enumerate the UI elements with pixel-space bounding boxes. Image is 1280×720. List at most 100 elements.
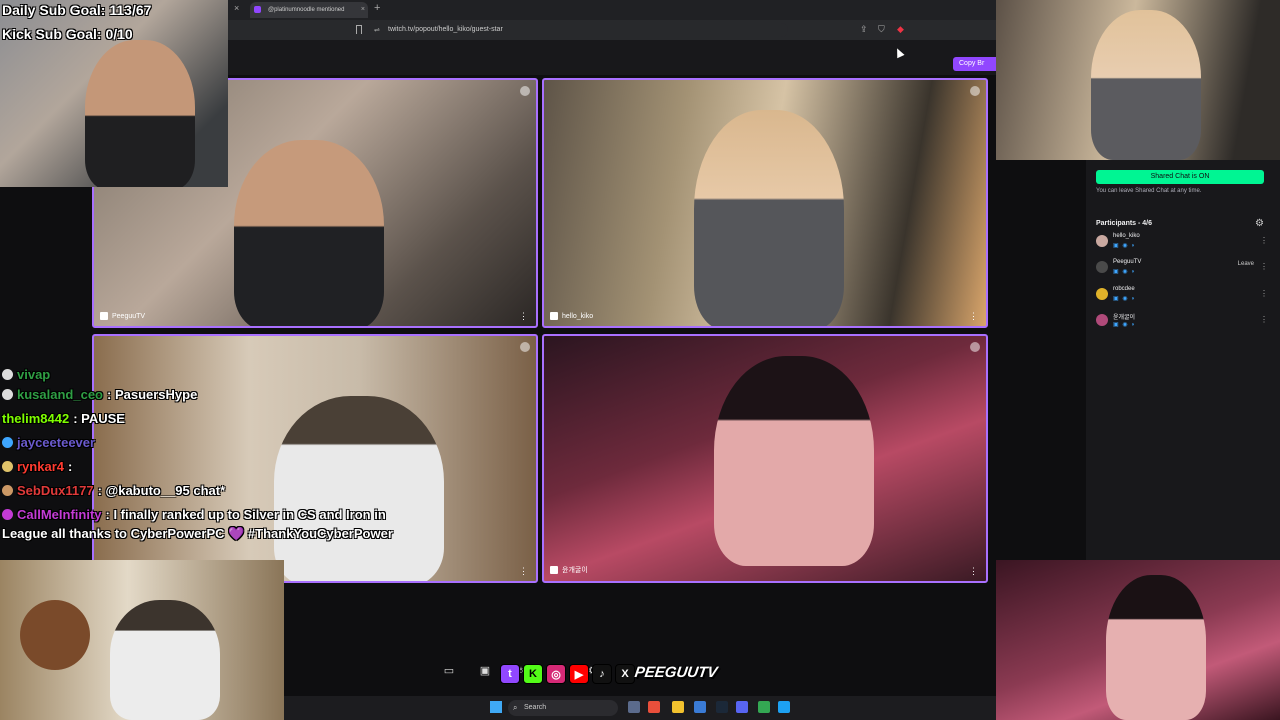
participants-title: Participants - 4/6 (1096, 220, 1153, 227)
share-icon[interactable]: ⇪ (860, 24, 868, 35)
webcam-person (85, 40, 195, 187)
guest-star-header (228, 40, 996, 75)
tab-close-icon[interactable]: × (361, 6, 365, 13)
kick-icon: K (523, 664, 543, 684)
avatar (1096, 288, 1108, 300)
participant-row[interactable]: 윤개굴이 ▣ ◉ ◗ ⋮ (1096, 311, 1272, 333)
close-icon[interactable]: × (234, 3, 239, 13)
leave-button[interactable]: Leave (1238, 261, 1254, 267)
chat-text: : PAUSE (73, 410, 125, 426)
chrome-icon[interactable] (758, 701, 770, 713)
chat-username: jayceeteever (17, 434, 96, 450)
discord-icon[interactable] (736, 701, 748, 713)
guest-video (714, 356, 874, 566)
browser-tab[interactable]: @platinumnoodle mentioned × (250, 2, 368, 18)
windows-start-icon[interactable] (490, 701, 502, 713)
webcam-robc (0, 560, 284, 720)
chat-text: : @kabuto__95 chat* (97, 482, 226, 498)
chat-badge-icon (2, 436, 13, 448)
app-icon[interactable] (694, 701, 706, 713)
chat-message: vivap (2, 366, 442, 382)
stream-screen: × @platinumnoodle mentioned × + ⇌ twitch… (0, 0, 1280, 720)
more-icon[interactable]: ⋮ (519, 566, 528, 577)
more-icon[interactable]: ⋮ (969, 566, 978, 577)
more-icon[interactable]: ⋮ (1260, 315, 1268, 324)
more-icon[interactable]: ⋮ (519, 311, 528, 322)
avatar (1096, 235, 1108, 247)
new-tab-icon[interactable]: + (374, 2, 380, 14)
windows-taskbar: ⌕ Search (284, 696, 996, 720)
more-icon[interactable]: ⋮ (1260, 262, 1268, 271)
tiktok-icon: ♪ (592, 664, 612, 684)
tile-name: hello_kiko (562, 312, 594, 320)
tile-options-icon[interactable] (520, 86, 530, 96)
shared-chat-note: You can leave Shared Chat at any time. (1096, 188, 1202, 194)
participant-name: PeeguuTV (1113, 259, 1142, 265)
tile-name: 윤개굴이 (562, 567, 588, 574)
webcam-person (1091, 10, 1201, 160)
participant-row[interactable]: robcdee ▣ ◉ ◗ ⋮ (1096, 285, 1272, 307)
participant-status-icons: ▣ ◉ ◗ (1113, 296, 1136, 302)
browser-icon[interactable] (648, 701, 660, 713)
participant-row[interactable]: hello_kiko ▣ ◉ ◗ ⋮ (1096, 232, 1272, 254)
chat-username: kusaland_ceo (17, 386, 103, 402)
tile-options-icon[interactable] (970, 86, 980, 96)
tile-label: PeeguuTV (100, 312, 145, 320)
chat-message: CallMeInfinity : I finally ranked up to … (2, 502, 442, 526)
chat-overlay: vivap kusaland_ceo : PasuersHype thelim8… (2, 367, 442, 542)
guest-tile-ungyeo[interactable]: 윤개굴이 ⋮ (542, 334, 988, 583)
youtube-icon: ▶ (569, 664, 589, 684)
chat-username: vivap (17, 366, 51, 382)
folder-icon[interactable] (672, 701, 684, 713)
webcam-person (110, 600, 220, 720)
participant-name: robcdee (1113, 286, 1135, 292)
webcam-person (1106, 575, 1206, 720)
participant-row[interactable]: PeeguuTV ▣ ◉ ◗ Leave ⋮ (1096, 258, 1272, 280)
screen-icon[interactable]: ▭ (442, 664, 456, 678)
bookmark-icon[interactable] (356, 25, 362, 34)
x-icon: X (615, 664, 635, 684)
tile-options-icon[interactable] (520, 342, 530, 352)
taskbar-search[interactable]: ⌕ Search (508, 700, 618, 716)
more-icon[interactable]: ⋮ (1260, 236, 1268, 245)
site-info-icon[interactable]: ⇌ (374, 26, 380, 34)
app-icon[interactable] (778, 701, 790, 713)
chat-text: : (67, 458, 73, 474)
avatar (1096, 261, 1108, 273)
app-icon[interactable] (628, 701, 640, 713)
shield-icon[interactable]: ⛉ (878, 24, 885, 35)
shared-chat-sidebar: Shared Chat Shared Chat is ON You can le… (1086, 150, 1280, 560)
extension-icon[interactable]: ◆ (897, 24, 904, 35)
guest-video (694, 110, 844, 326)
channel-logo: PEEGUUTV (633, 664, 719, 681)
chat-badge-icon (2, 508, 13, 520)
search-icon: ⌕ (513, 703, 518, 712)
chat-username: thelim8442 (2, 410, 70, 426)
tile-name: PeeguuTV (112, 312, 146, 320)
camera-icon[interactable]: ▣ (478, 664, 492, 678)
chat-message: SebDux1177 : @kabuto__95 chat* (2, 478, 442, 502)
social-links: t K ◎ ▶ ♪ X (500, 664, 635, 684)
participant-status-icons: ▣ ◉ ◗ (1113, 322, 1136, 328)
chat-message: jayceeteever (2, 430, 442, 454)
tile-options-icon[interactable] (970, 342, 980, 352)
more-icon[interactable]: ⋮ (969, 311, 978, 322)
instagram-icon: ◎ (546, 664, 566, 684)
tab-title: @platinumnoodle mentioned (268, 7, 345, 13)
steam-icon[interactable] (716, 701, 728, 713)
twitch-icon: t (500, 664, 520, 684)
tile-label: hello_kiko (550, 312, 593, 320)
shared-chat-status-button[interactable]: Shared Chat is ON (1096, 170, 1264, 184)
shared-chat-status: Shared Chat is ON (1150, 173, 1210, 180)
guest-video (234, 140, 384, 326)
more-icon[interactable]: ⋮ (1260, 289, 1268, 298)
participant-status-icons: ▣ ◉ ◗ (1113, 243, 1136, 249)
chat-message: kusaland_ceo : PasuersHype (2, 382, 442, 406)
chat-badge-icon (2, 484, 13, 496)
chat-message: thelim8442 : PAUSE (2, 406, 442, 430)
guest-tile-kiko[interactable]: hello_kiko ⋮ (542, 78, 988, 328)
gear-icon[interactable]: ⚙ (1255, 218, 1264, 229)
twitch-icon (100, 312, 108, 320)
url-field[interactable]: ⇌ twitch.tv/popout/hello_kiko/guest-star (368, 23, 788, 37)
twitch-icon (550, 566, 558, 574)
